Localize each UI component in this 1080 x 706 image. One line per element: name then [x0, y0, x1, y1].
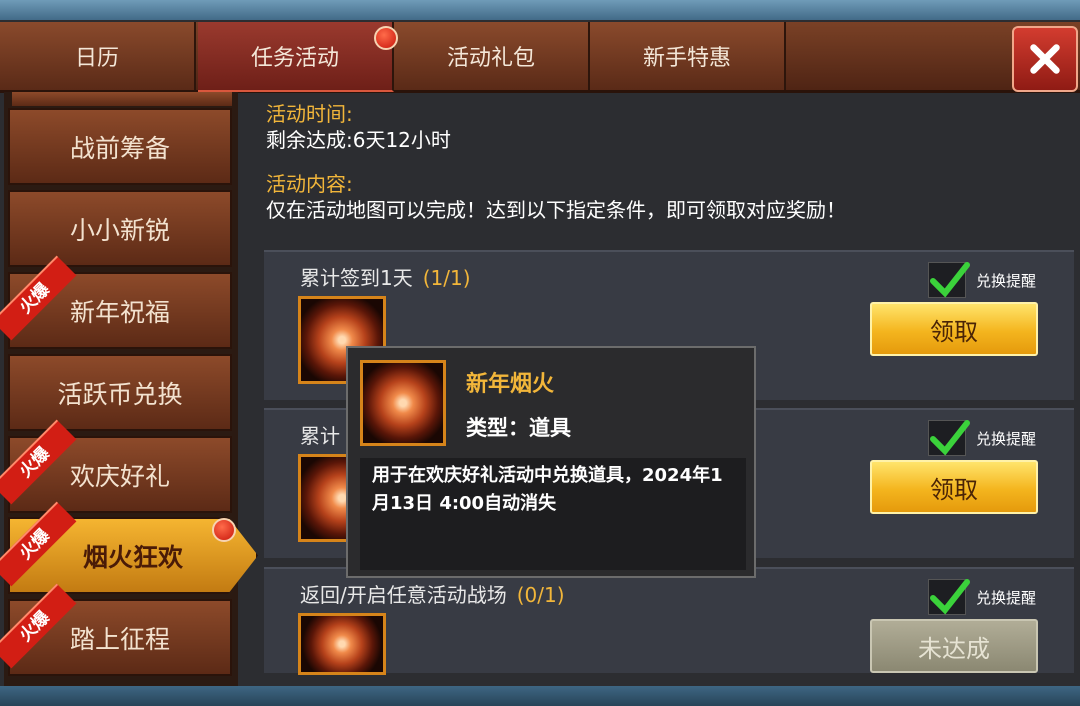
sidebar-item-label: 踏上征程: [69, 624, 170, 654]
task-progress: (1/1): [422, 266, 471, 290]
tab-bar: 日历 任务活动 活动礼包 新手特惠: [0, 22, 1080, 93]
close-button[interactable]: [1012, 26, 1078, 92]
tooltip-item-description: 用于在欢庆好礼活动中兑换道具，2024年1月13日 4:00自动消失: [360, 458, 746, 570]
tab-label: 新手特惠: [642, 46, 731, 71]
firework-icon: [301, 616, 383, 672]
window-frame-bottom: [0, 686, 1080, 706]
reminder-checkbox[interactable]: [928, 579, 970, 615]
sidebar-item-new-year-blessing[interactable]: 新年祝福: [8, 272, 232, 349]
claim-button[interactable]: 领取: [870, 302, 1038, 356]
sidebar-item-label: 活跃币兑换: [57, 379, 183, 409]
sidebar-item-embark-journey[interactable]: 踏上征程: [8, 599, 232, 676]
tooltip-item-name: 新年烟火: [466, 372, 555, 397]
sidebar-item-label: 烟火狂欢: [82, 542, 183, 572]
tab-task-activity[interactable]: 任务活动: [198, 22, 394, 92]
tooltip-item-icon: [360, 360, 446, 446]
sidebar-item-little-rookie[interactable]: 小小新锐: [8, 190, 232, 267]
sidebar-item-prewar-prep[interactable]: 战前筹备: [8, 108, 232, 185]
activity-time-value: 剩余达成:6天12小时: [266, 128, 451, 152]
task-title: 累计: [300, 420, 350, 449]
tooltip-item-type: 类型：道具: [466, 416, 571, 440]
task-row: 返回/开启任意活动战场 (0/1) 兑换提醒 未达成: [264, 567, 1074, 675]
reminder-label: 兑换提醒: [976, 430, 1037, 448]
task-title-text: 返回/开启任意活动战场: [300, 583, 507, 607]
tab-newbie-deal[interactable]: 新手特惠: [590, 22, 786, 90]
checkmark-icon: [930, 420, 970, 456]
firework-icon: [363, 363, 443, 443]
task-title: 累计签到1天 (1/1): [300, 262, 471, 291]
sidebar-item-label: 战前筹备: [69, 133, 170, 163]
notification-dot: [212, 518, 236, 542]
sidebar-item-label: 欢庆好礼: [69, 461, 170, 491]
close-x-icon: [1030, 44, 1060, 74]
activity-content-label: 活动内容:: [266, 172, 353, 196]
window-frame-top: [0, 0, 1080, 22]
sidebar-item-celebration-gift[interactable]: 欢庆好礼: [8, 436, 232, 513]
tab-calendar[interactable]: 日历: [0, 22, 196, 90]
task-progress: (0/1): [516, 583, 565, 607]
tab-activity-pack[interactable]: 活动礼包: [394, 22, 590, 90]
tab-label: 日历: [74, 46, 119, 71]
activity-content-value: 仅在活动地图可以完成！达到以下指定条件，即可领取对应奖励！: [266, 198, 846, 222]
sidebar-scroll-hint: [12, 92, 232, 106]
sidebar-item-label: 新年祝福: [69, 297, 170, 327]
notification-dot: [374, 26, 398, 50]
item-tooltip: 新年烟火 类型：道具 用于在欢庆好礼活动中兑换道具，2024年1月13日 4:0…: [346, 346, 756, 578]
reminder-checkbox[interactable]: [928, 420, 970, 456]
checkmark-icon: [930, 262, 970, 298]
reminder-label: 兑换提醒: [976, 272, 1037, 290]
reward-item-slot[interactable]: [298, 613, 386, 675]
reminder-checkbox[interactable]: [928, 262, 970, 298]
task-title: 返回/开启任意活动战场 (0/1): [300, 579, 565, 608]
reminder-label: 兑换提醒: [976, 589, 1037, 607]
task-title-text: 累计签到1天: [300, 266, 413, 290]
activity-time-label: 活动时间:: [266, 102, 353, 126]
sidebar-item-coin-exchange[interactable]: 活跃币兑换: [8, 354, 232, 431]
task-title-text: 累计: [300, 424, 340, 448]
sidebar-item-label: 小小新锐: [69, 215, 170, 245]
tab-label: 任务活动: [250, 46, 339, 71]
tab-label: 活动礼包: [446, 46, 535, 71]
claim-button[interactable]: 领取: [870, 460, 1038, 514]
incomplete-button: 未达成: [870, 619, 1038, 673]
checkmark-icon: [930, 579, 970, 615]
